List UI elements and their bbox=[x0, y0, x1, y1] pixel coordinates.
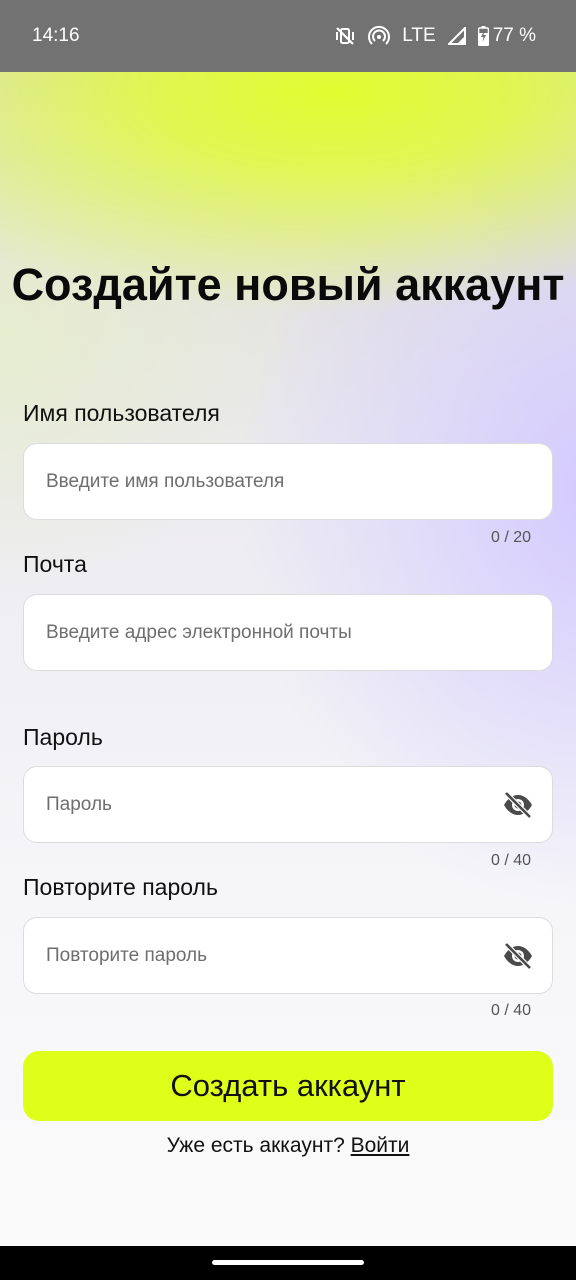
email-label: Почта bbox=[23, 551, 87, 577]
battery-group: 77 % bbox=[477, 25, 536, 47]
confirm-password-input[interactable] bbox=[46, 918, 500, 993]
register-screen: Создайте новый аккаунт Имя пользователя … bbox=[0, 72, 576, 1246]
create-account-button[interactable]: Создать аккаунт bbox=[23, 1051, 553, 1121]
navigation-bar bbox=[0, 1246, 576, 1280]
email-field[interactable] bbox=[23, 594, 553, 671]
hotspot-icon bbox=[368, 25, 391, 47]
username-label: Имя пользователя bbox=[23, 400, 220, 426]
login-prompt-text: Уже есть аккаунт? bbox=[166, 1134, 345, 1157]
password-counter: 0 / 40 bbox=[490, 852, 531, 869]
password-visibility-toggle[interactable] bbox=[500, 787, 536, 823]
username-counter: 0 / 20 bbox=[490, 529, 531, 546]
battery-charging-icon bbox=[477, 26, 489, 46]
signal-icon bbox=[447, 27, 466, 45]
confirm-password-label: Повторите пароль bbox=[23, 874, 218, 900]
page-title: Создайте новый аккаунт bbox=[11, 259, 565, 310]
confirm-password-visibility-toggle[interactable] bbox=[500, 938, 536, 974]
username-field[interactable] bbox=[23, 443, 553, 520]
status-bar: 14:16 LTE 77 % bbox=[0, 0, 576, 72]
confirm-password-field[interactable] bbox=[23, 917, 553, 994]
login-prompt-row: Уже есть аккаунт? Войти bbox=[0, 1134, 576, 1158]
password-field[interactable] bbox=[23, 766, 553, 843]
email-input[interactable] bbox=[46, 595, 536, 670]
eye-off-icon bbox=[504, 941, 532, 970]
login-link[interactable]: Войти bbox=[351, 1134, 410, 1157]
vibrate-off-icon bbox=[334, 25, 356, 47]
username-input[interactable] bbox=[46, 444, 536, 519]
battery-level: 77 % bbox=[492, 25, 536, 46]
password-label: Пароль bbox=[23, 724, 103, 750]
eye-off-icon bbox=[504, 790, 532, 819]
network-type: LTE bbox=[402, 25, 436, 46]
status-time: 14:16 bbox=[32, 25, 80, 46]
status-icons: LTE 77 % bbox=[334, 25, 536, 47]
password-input[interactable] bbox=[46, 767, 500, 842]
confirm-password-counter: 0 / 40 bbox=[490, 1002, 531, 1019]
home-indicator[interactable] bbox=[212, 1260, 364, 1265]
